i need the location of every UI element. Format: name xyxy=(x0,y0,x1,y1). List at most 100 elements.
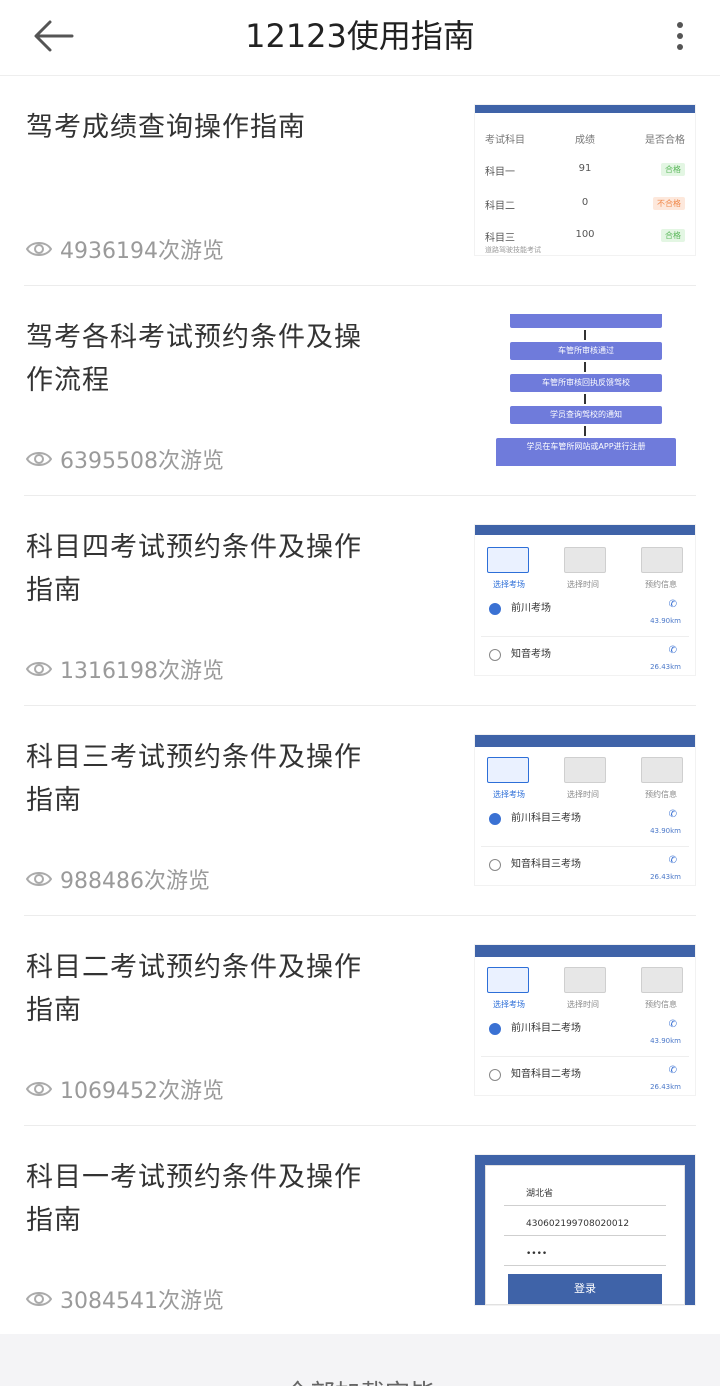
thumb-table-head: 考试科目 成绩 是否合格 xyxy=(485,131,685,146)
step-box xyxy=(564,757,606,783)
radio-icon xyxy=(489,1069,501,1081)
thumb-header-bar xyxy=(475,105,695,113)
login-panel: 湖北省 430602199708020012 •••• 登录 xyxy=(485,1165,685,1305)
step-box xyxy=(641,547,683,573)
view-count-text: 988486次游览 xyxy=(60,869,210,894)
thumb-td: 0 xyxy=(581,197,589,208)
phone-icon: ✆ xyxy=(668,645,677,656)
thumb-td: 100 xyxy=(575,229,595,240)
thumb-steps xyxy=(487,547,683,575)
view-count: 4936194次游览 xyxy=(26,233,224,265)
view-count: 3084541次游览 xyxy=(26,1283,224,1315)
eye-icon xyxy=(26,662,52,676)
phone-icon: ✆ xyxy=(668,809,677,820)
thumb-td: 91 xyxy=(578,163,592,174)
thumb-table-row: 科目三 100 合格 xyxy=(485,229,686,244)
load-complete-text: 全部加载完毕 xyxy=(0,1374,720,1386)
venue-distance: 43.90km xyxy=(650,617,681,625)
thumbnail-booking-k3: 选择考场 选择时间 预约信息 前川科目三考场 ✆ 43.90km 知音科目三考场… xyxy=(474,734,696,886)
step-label: 选择时间 xyxy=(567,790,599,799)
venue-option: 知音考场 ✆ 26.43km xyxy=(481,639,689,675)
phone-icon: ✆ xyxy=(668,1019,677,1030)
view-count: 1069452次游览 xyxy=(26,1073,224,1105)
thumbnail-booking-k4: 选择考场 选择时间 预约信息 前川考场 ✆ 43.90km 知音考场 ✆ 26.… xyxy=(474,524,696,676)
step-label: 选择时间 xyxy=(567,1000,599,1009)
step-label: 预约信息 xyxy=(645,1000,677,1009)
radio-checked-icon xyxy=(489,603,501,615)
venue-distance: 26.43km xyxy=(650,663,681,671)
view-count-text: 1316198次游览 xyxy=(60,659,224,684)
step-box xyxy=(564,967,606,993)
flow-step: 学员在车管所网站或APP进行注册 xyxy=(496,438,676,466)
venue-name: 前川科目三考场 xyxy=(511,813,581,824)
list-item[interactable]: 驾考各科考试预约条件及操作流程 6395508次游览 车管所审核通过 车管所审核… xyxy=(24,286,696,496)
phone-icon: ✆ xyxy=(668,599,677,610)
thumb-table-row: 科目一 91 合格 xyxy=(485,163,686,178)
thumb-header-bar xyxy=(475,945,695,957)
view-count-text: 6395508次游览 xyxy=(60,449,224,474)
view-count-text: 1069452次游览 xyxy=(60,1079,224,1104)
flow-arrow xyxy=(584,362,586,372)
step-label: 选择时间 xyxy=(567,580,599,589)
flow-step: 车管所审核回执反馈驾校 xyxy=(510,374,662,392)
item-title: 科目三考试预约条件及操作指南 xyxy=(26,742,362,816)
id-field: 430602199708020012 xyxy=(504,1212,666,1236)
pass-badge: 合格 xyxy=(661,229,686,242)
step-box xyxy=(641,757,683,783)
thumb-th: 成绩 xyxy=(575,135,595,146)
venue-name: 前川科目二考场 xyxy=(511,1023,581,1034)
list-item[interactable]: 科目三考试预约条件及操作指南 988486次游览 选择考场 选择时间 预约信息 … xyxy=(24,706,696,916)
list-item[interactable]: 科目四考试预约条件及操作指南 1316198次游览 选择考场 选择时间 预约信息… xyxy=(24,496,696,706)
thumb-note: 道路驾驶技能考试 xyxy=(485,246,541,254)
thumb-table-row: 科目二 0 不合格 xyxy=(485,197,686,212)
thumb-th: 是否合格 xyxy=(645,135,686,146)
radio-icon xyxy=(489,859,501,871)
thumb-steps xyxy=(487,757,683,785)
flow-step: 车管所审核通过 xyxy=(510,342,662,360)
list-item[interactable]: 驾考成绩查询操作指南 4936194次游览 考试科目 成绩 是否合格 科目一 9… xyxy=(24,76,696,286)
flow-arrow xyxy=(584,426,586,436)
thumb-header-bar xyxy=(475,525,695,535)
venue-name: 知音科目三考场 xyxy=(511,859,581,870)
eye-icon xyxy=(26,452,52,466)
step-box xyxy=(487,967,529,993)
venue-distance: 43.90km xyxy=(650,827,681,835)
password-field: •••• xyxy=(504,1242,666,1266)
view-count: 6395508次游览 xyxy=(26,443,224,475)
view-count-text: 4936194次游览 xyxy=(60,239,224,264)
venue-name: 知音科目二考场 xyxy=(511,1069,581,1080)
item-title: 科目二考试预约条件及操作指南 xyxy=(26,952,362,1026)
flow-step: 学员查询驾校的通知 xyxy=(510,406,662,424)
thumb-td: 科目一 xyxy=(485,167,515,178)
step-box xyxy=(564,547,606,573)
flow-step xyxy=(510,314,662,328)
app-header: 12123使用指南 xyxy=(0,0,720,76)
thumbnail-login: 湖北省 430602199708020012 •••• 登录 xyxy=(474,1154,696,1306)
eye-icon xyxy=(26,872,52,886)
radio-checked-icon xyxy=(489,813,501,825)
more-vertical-icon[interactable] xyxy=(668,18,692,54)
venue-option: 前川科目三考场 ✆ 43.90km xyxy=(481,803,689,847)
venue-option: 知音科目三考场 ✆ 26.43km xyxy=(481,849,689,885)
thumb-th: 考试科目 xyxy=(485,135,525,146)
step-label: 选择考场 xyxy=(493,1000,525,1009)
list-item[interactable]: 科目一考试预约条件及操作指南 3084541次游览 湖北省 4306021997… xyxy=(24,1126,696,1336)
page-title: 12123使用指南 xyxy=(245,17,475,55)
province-field: 湖北省 xyxy=(504,1182,666,1206)
venue-option: 前川考场 ✆ 43.90km xyxy=(481,593,689,637)
venue-distance: 26.43km xyxy=(650,1083,681,1091)
guide-list: 驾考成绩查询操作指南 4936194次游览 考试科目 成绩 是否合格 科目一 9… xyxy=(0,76,720,1336)
step-box xyxy=(641,967,683,993)
fail-badge: 不合格 xyxy=(653,197,686,210)
radio-checked-icon xyxy=(489,1023,501,1035)
thumbnail-booking-k2: 选择考场 选择时间 预约信息 前川科目二考场 ✆ 43.90km 知音科目二考场… xyxy=(474,944,696,1096)
eye-icon xyxy=(26,1292,52,1306)
list-item[interactable]: 科目二考试预约条件及操作指南 1069452次游览 选择考场 选择时间 预约信息… xyxy=(24,916,696,1126)
thumbnail-flow: 车管所审核通过 车管所审核回执反馈驾校 学员查询驾校的通知 学员在车管所网站或A… xyxy=(474,314,696,466)
step-label: 选择考场 xyxy=(493,580,525,589)
pass-badge: 合格 xyxy=(661,163,686,176)
phone-icon: ✆ xyxy=(668,855,677,866)
item-title: 科目四考试预约条件及操作指南 xyxy=(26,532,362,606)
flow-arrow xyxy=(584,330,586,340)
venue-name: 前川考场 xyxy=(511,603,551,614)
